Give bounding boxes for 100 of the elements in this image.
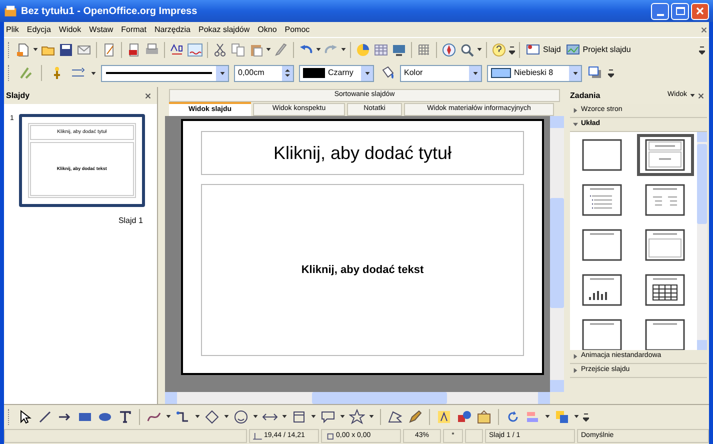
picture-icon[interactable] [564, 42, 581, 58]
minimize-button[interactable] [651, 2, 669, 20]
close-icon[interactable] [145, 92, 151, 98]
spin-arrows-icon[interactable] [285, 69, 290, 77]
smiley-icon[interactable] [233, 408, 249, 424]
layout-preview-icon [582, 274, 622, 306]
pen-icon[interactable] [407, 408, 423, 424]
layout-preview-icon [582, 139, 622, 171]
line-icon[interactable] [37, 408, 53, 424]
dropdown-arrow-icon[interactable] [316, 48, 321, 51]
spellcheck-icon[interactable] [169, 42, 185, 58]
callout-icon[interactable] [320, 408, 336, 424]
menu-item[interactable]: Format [121, 24, 146, 36]
help-icon[interactable] [491, 42, 507, 58]
arrange-icon[interactable] [554, 408, 570, 424]
polygon-icon[interactable] [387, 408, 403, 424]
diamond-icon[interactable] [204, 408, 220, 424]
layout-option[interactable] [636, 134, 694, 176]
line-width-field[interactable]: 0,00cm [234, 64, 294, 82]
layout-preview-icon [645, 229, 686, 261]
position-icon [253, 432, 262, 440]
close-icon [696, 7, 704, 15]
cut-icon[interactable] [212, 42, 228, 58]
menu-item[interactable]: Plik [6, 24, 19, 36]
slide-design-button[interactable]: Projekt slajdu [564, 40, 632, 58]
size-icon [325, 432, 334, 440]
toolbar-overflow-icon[interactable] [608, 68, 614, 78]
layout-preview-icon [582, 229, 622, 261]
auto-spellcheck-icon[interactable] [187, 42, 203, 58]
fontwork-icon[interactable] [436, 408, 452, 424]
color-swatch [491, 68, 511, 78]
close-button[interactable] [691, 2, 709, 20]
dropdown-arrow-icon[interactable] [572, 72, 578, 74]
toolbar-overflow-icon[interactable] [509, 44, 515, 54]
pane-title: Zadania [570, 90, 602, 102]
connector-icon[interactable] [175, 408, 191, 424]
menu-item[interactable]: Okno [258, 24, 277, 36]
area-fill-dropdown[interactable]: Niebieski 8 [487, 64, 582, 82]
shadow-icon[interactable] [587, 65, 603, 81]
menu-item[interactable]: Widok [58, 24, 82, 36]
dropdown-arrow-icon[interactable] [195, 415, 200, 418]
menu-item[interactable]: Pomoc [284, 24, 310, 36]
dropdown-arrow-icon[interactable] [311, 415, 316, 418]
new-document-icon[interactable] [15, 42, 31, 58]
app-icon [4, 4, 17, 18]
vertical-scrollbar[interactable] [550, 116, 564, 392]
dropdown-arrow-icon[interactable] [472, 72, 478, 74]
area-style-dropdown[interactable]: Kolor [400, 64, 482, 82]
save-icon[interactable] [58, 42, 74, 58]
close-document-icon[interactable] [701, 26, 707, 32]
dropdown-arrow-icon[interactable] [224, 415, 229, 418]
flowchart-icon[interactable] [291, 408, 307, 424]
line-style-dropdown[interactable] [101, 64, 229, 82]
dropdown-arrow-icon[interactable] [282, 415, 287, 418]
dropdown-arrow-icon[interactable] [253, 415, 258, 418]
table-icon[interactable] [373, 42, 389, 58]
status-field [465, 429, 483, 443]
dropdown-arrow-icon[interactable] [33, 48, 38, 51]
dropdown-arrow-icon[interactable] [364, 72, 370, 74]
navigator-icon[interactable] [441, 42, 457, 58]
close-icon[interactable] [698, 92, 704, 98]
dropdown-arrow-icon[interactable] [266, 48, 271, 51]
copy-icon[interactable] [230, 42, 246, 58]
maximize-button[interactable] [671, 2, 689, 20]
dropdown-arrow-icon[interactable] [166, 415, 171, 418]
horizontal-scrollbar[interactable] [165, 392, 550, 404]
zoom-icon[interactable] [459, 42, 475, 58]
layout-preview-icon [645, 184, 686, 216]
layout-preview-icon [582, 184, 622, 216]
dropdown-arrow-icon[interactable] [369, 415, 374, 418]
title-placeholder[interactable]: Kliknij, aby dodać tytuł [201, 131, 524, 175]
menu-item[interactable]: Edycja [26, 24, 51, 36]
text-placeholder[interactable]: Kliknij, aby dodać tekst [201, 184, 524, 356]
shapes-icon[interactable] [456, 408, 472, 424]
dropdown-arrow-icon[interactable] [91, 72, 96, 74]
dropdown-arrow-icon[interactable] [477, 48, 482, 51]
menu-item[interactable]: Wstaw [89, 24, 114, 36]
star-icon[interactable] [349, 408, 365, 424]
toolbar-overflow-icon[interactable] [583, 412, 589, 422]
pane-title: Slajdy [6, 90, 31, 102]
gallery-icon[interactable] [476, 408, 492, 424]
grid-icon[interactable] [416, 42, 432, 58]
toolbar-overflow-icon[interactable] [699, 44, 705, 54]
menu-item[interactable]: Pokaz slajdów [198, 24, 250, 36]
dropdown-arrow-icon[interactable] [220, 72, 224, 74]
slide-label: Slajd 1 [118, 215, 143, 227]
dropdown-arrow-icon[interactable] [690, 94, 695, 97]
vertical-scrollbar[interactable] [697, 132, 707, 350]
text-icon[interactable] [117, 408, 133, 424]
layout-preview-icon [645, 274, 686, 306]
window-title: Bez tytułu1 - OpenOffice.org Impress [21, 4, 198, 18]
slide-button[interactable]: Slajd [524, 40, 562, 58]
line-color-dropdown[interactable]: Czarny [299, 64, 374, 82]
dropdown-arrow-icon[interactable] [341, 48, 346, 51]
slide-icon[interactable] [525, 42, 541, 58]
chart-icon[interactable] [355, 42, 371, 58]
dropdown-arrow-icon[interactable] [545, 415, 550, 418]
dropdown-arrow-icon[interactable] [340, 415, 345, 418]
dropdown-arrow-icon[interactable] [574, 415, 579, 418]
menu-item[interactable]: Narzędzia [154, 24, 190, 36]
